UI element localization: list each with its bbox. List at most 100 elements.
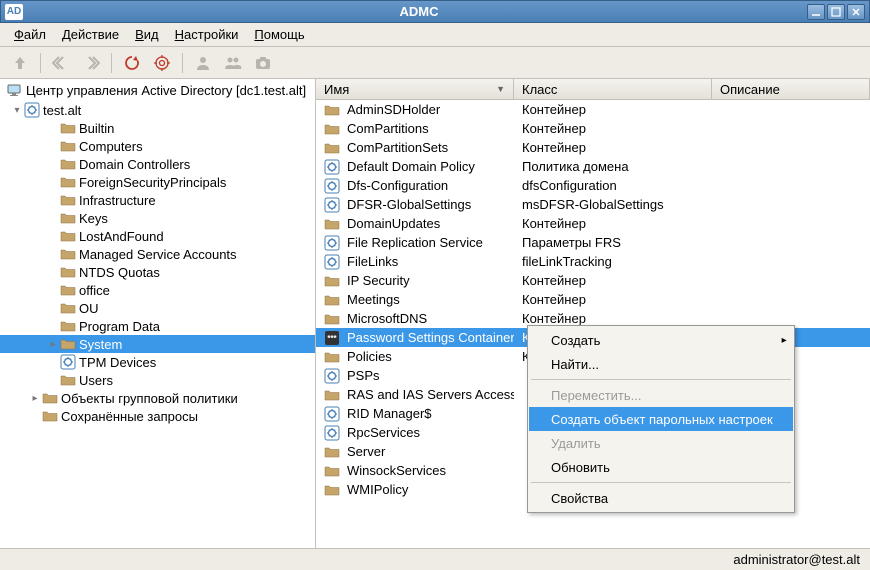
toolbar-separator xyxy=(111,53,112,73)
folder-icon xyxy=(324,349,340,365)
monitor-icon xyxy=(6,82,22,98)
tree-item-label: System xyxy=(79,337,122,352)
context-menu[interactable]: Создать▸Найти... Переместить... Создать об… xyxy=(527,325,795,513)
context-menu-item: Переместить... xyxy=(529,383,793,407)
collapse-icon[interactable]: ▾ xyxy=(10,105,24,116)
tree-item[interactable]: Infrastructure xyxy=(0,191,315,209)
gear-icon xyxy=(324,197,340,213)
menu-item-3[interactable]: Настройки xyxy=(167,25,247,44)
tree-item[interactable]: TPM Devices xyxy=(0,353,315,371)
column-class[interactable]: Класс xyxy=(514,79,712,99)
list-row[interactable]: ComPartitionSetsКонтейнер xyxy=(316,138,870,157)
gear-icon xyxy=(60,354,76,370)
folder-icon xyxy=(324,311,340,327)
tree-item[interactable]: Computers xyxy=(0,137,315,155)
context-menu-item-label: Переместить... xyxy=(551,388,641,403)
list-cell-name: FileLinks xyxy=(347,254,398,269)
context-menu-item[interactable]: Создать▸ xyxy=(529,328,793,352)
list-cell-class: Контейнер xyxy=(522,102,586,117)
list-row[interactable]: MeetingsКонтейнер xyxy=(316,290,870,309)
users-button[interactable] xyxy=(221,51,245,75)
list-row[interactable]: Dfs-ConfigurationdfsConfiguration xyxy=(316,176,870,195)
gear-icon xyxy=(324,159,340,175)
minimize-button[interactable] xyxy=(807,4,825,20)
list-row[interactable]: ComPartitionsКонтейнер xyxy=(316,119,870,138)
tree-item[interactable]: office xyxy=(0,281,315,299)
list-row[interactable]: File Replication ServiceПараметры FRS xyxy=(316,233,870,252)
list-row[interactable]: FileLinksfileLinkTracking xyxy=(316,252,870,271)
tree-item[interactable]: ▸Объекты групповой политики xyxy=(0,389,315,407)
tree-item[interactable]: Keys xyxy=(0,209,315,227)
context-menu-item: Удалить xyxy=(529,431,793,455)
list-row[interactable]: AdminSDHolderКонтейнер xyxy=(316,100,870,119)
context-menu-item[interactable]: Создать объект парольных настроек xyxy=(529,407,793,431)
target-button[interactable] xyxy=(150,51,174,75)
folder-icon xyxy=(324,121,340,137)
menu-item-1[interactable]: Действие xyxy=(54,25,127,44)
menu-item-2[interactable]: Вид xyxy=(127,25,167,44)
tree-root[interactable]: Центр управления Active Directory [dc1.t… xyxy=(0,79,315,101)
tree-item-label: Builtin xyxy=(79,121,114,136)
list-cell-name: RID Manager$ xyxy=(347,406,432,421)
context-menu-item[interactable]: Найти... xyxy=(529,352,793,376)
list-row[interactable]: Default Domain PolicyПолитика домена xyxy=(316,157,870,176)
list-cell-name: Dfs-Configuration xyxy=(347,178,448,193)
forward-button[interactable] xyxy=(79,51,103,75)
list-cell-name: Default Domain Policy xyxy=(347,159,475,174)
toolbar xyxy=(0,47,870,79)
folder-icon xyxy=(324,292,340,308)
list-row[interactable]: DFSR-GlobalSettingsmsDFSR-GlobalSettings xyxy=(316,195,870,214)
tree-item[interactable]: ▸ System xyxy=(0,335,315,353)
list-row[interactable]: DomainUpdatesКонтейнер xyxy=(316,214,870,233)
tree-item-label: Domain Controllers xyxy=(79,157,190,172)
context-menu-item[interactable]: Обновить xyxy=(529,455,793,479)
folder-icon xyxy=(60,156,76,172)
up-button[interactable] xyxy=(8,51,32,75)
tree-item[interactable]: Managed Service Accounts xyxy=(0,245,315,263)
column-description[interactable]: Описание xyxy=(712,79,870,99)
app-icon: AD xyxy=(5,4,23,20)
refresh-button[interactable] xyxy=(120,51,144,75)
folder-icon xyxy=(42,408,58,424)
tree-item-label: Сохранённые запросы xyxy=(61,409,198,424)
tree-item[interactable]: Domain Controllers xyxy=(0,155,315,173)
context-menu-item-label: Удалить xyxy=(551,436,601,451)
tree-item[interactable]: Program Data xyxy=(0,317,315,335)
folder-icon xyxy=(324,387,340,403)
list-cell-class: Контейнер xyxy=(522,273,586,288)
back-button[interactable] xyxy=(49,51,73,75)
list-cell-name: PSPs xyxy=(347,368,380,383)
context-menu-item[interactable]: Свойства xyxy=(529,486,793,510)
user-button[interactable] xyxy=(191,51,215,75)
list-cell-name: Server xyxy=(347,444,385,459)
tree-item[interactable]: Users xyxy=(0,371,315,389)
menu-item-0[interactable]: Файл xyxy=(6,25,54,44)
list-cell-class: Параметры FRS xyxy=(522,235,621,250)
column-name[interactable]: Имя▼ xyxy=(316,79,514,99)
tree-item[interactable]: NTDS Quotas xyxy=(0,263,315,281)
list-row[interactable]: IP SecurityКонтейнер xyxy=(316,271,870,290)
camera-button[interactable] xyxy=(251,51,275,75)
gear-icon xyxy=(24,102,40,118)
tree-item[interactable]: Builtin xyxy=(0,119,315,137)
tree-item[interactable]: ForeignSecurityPrincipals xyxy=(0,173,315,191)
tree-item[interactable]: Сохранённые запросы xyxy=(0,407,315,425)
expand-icon[interactable]: ▸ xyxy=(46,339,60,350)
maximize-button[interactable] xyxy=(827,4,845,20)
close-button[interactable] xyxy=(847,4,865,20)
folder-icon xyxy=(324,482,340,498)
expand-icon[interactable]: ▸ xyxy=(28,393,42,404)
folder-icon xyxy=(60,228,76,244)
column-name-label: Имя xyxy=(324,82,349,97)
folder-icon xyxy=(60,372,76,388)
menu-item-4[interactable]: Помощь xyxy=(246,25,312,44)
folder-icon xyxy=(60,210,76,226)
context-menu-separator xyxy=(531,379,791,380)
tree-pane[interactable]: Центр управления Active Directory [dc1.t… xyxy=(0,79,316,548)
tree-item[interactable]: LostAndFound xyxy=(0,227,315,245)
tree-domain[interactable]: ▾ test.alt xyxy=(0,101,315,119)
list-cell-name: WMIPolicy xyxy=(347,482,408,497)
submenu-arrow-icon: ▸ xyxy=(782,335,787,346)
tree-item-label: LostAndFound xyxy=(79,229,164,244)
tree-item[interactable]: OU xyxy=(0,299,315,317)
